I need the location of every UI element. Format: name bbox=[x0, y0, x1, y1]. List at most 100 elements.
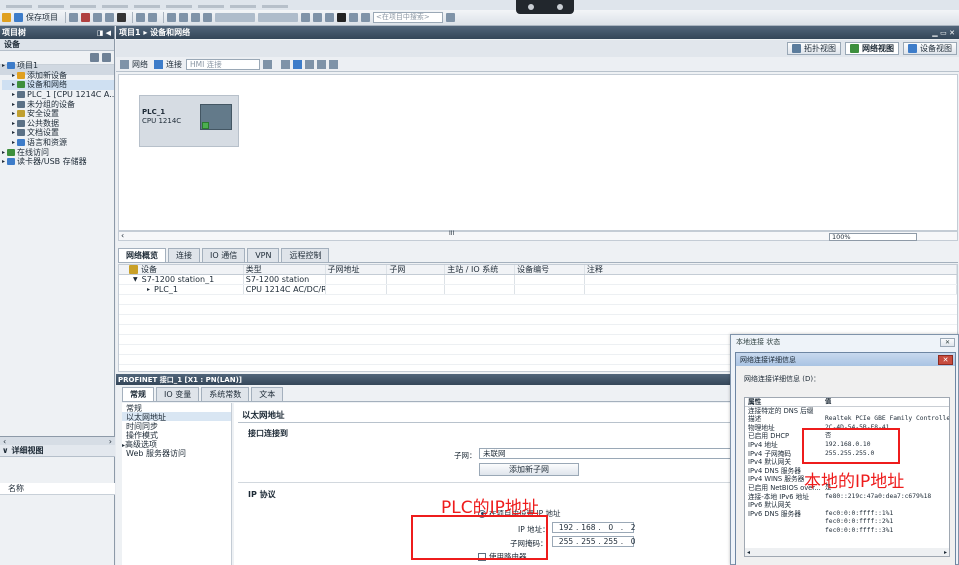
tree-expander-icon[interactable]: ▸ bbox=[2, 62, 5, 69]
table-row[interactable]: ▼ S7-1200 station_1 S7-1200 station bbox=[119, 275, 957, 285]
network-overview-icon[interactable] bbox=[293, 59, 302, 69]
search-icon[interactable] bbox=[446, 13, 455, 22]
split-editor-icon[interactable] bbox=[325, 13, 334, 22]
scroll-left-icon[interactable]: ‹ bbox=[3, 437, 6, 446]
undo-icon[interactable] bbox=[136, 13, 145, 22]
zoom-in-icon[interactable] bbox=[329, 59, 338, 69]
grid-icon[interactable] bbox=[305, 59, 314, 69]
tree-expander-icon[interactable]: ▸ bbox=[2, 158, 5, 165]
overview-tab[interactable]: 远程控制 bbox=[281, 248, 330, 262]
zoom-select[interactable]: 100% bbox=[829, 233, 917, 241]
tree-expander-icon[interactable]: ▸ bbox=[12, 81, 15, 88]
tree-item[interactable]: ▸ 添加新设备 bbox=[2, 71, 114, 81]
delete-icon[interactable] bbox=[117, 13, 126, 22]
network-mode-icon[interactable] bbox=[120, 59, 129, 69]
profinet-port[interactable] bbox=[202, 122, 209, 129]
dock-icon[interactable]: ◨ ◀ bbox=[97, 29, 114, 37]
topology-view-tab[interactable]: 拓扑视图 bbox=[787, 42, 841, 55]
scroll-left-icon[interactable]: ‹ bbox=[121, 231, 124, 240]
overview-tab[interactable]: 网络概览 bbox=[118, 248, 166, 262]
details-view-header[interactable]: ∨ 详细视图 bbox=[0, 445, 115, 457]
tree-scrollbar[interactable]: ‹ › bbox=[0, 437, 115, 446]
tree-item[interactable]: ▸ 读卡器/USB 存储器 bbox=[2, 157, 114, 167]
go-offline-button[interactable] bbox=[258, 13, 298, 22]
tree-expander-icon[interactable]: ▸ bbox=[12, 139, 15, 146]
paste-icon[interactable] bbox=[105, 13, 114, 22]
split-horizontal-icon[interactable] bbox=[349, 13, 358, 22]
properties-nav-item[interactable]: 时间同步 bbox=[122, 421, 231, 431]
window-controls[interactable]: ▁ ▭ ✕ bbox=[932, 29, 959, 37]
properties-nav-item[interactable]: 操作模式 bbox=[122, 430, 231, 440]
status-window-close-button[interactable]: ✕ bbox=[939, 337, 955, 347]
redo-icon[interactable] bbox=[148, 13, 157, 22]
properties-tab[interactable]: 系统常数 bbox=[201, 387, 250, 401]
overview-tab[interactable]: 连接 bbox=[168, 248, 200, 262]
tree-expander-icon[interactable]: ▸ bbox=[12, 120, 15, 127]
subnet-mask-field[interactable]: 255. 255. 255. 0 bbox=[552, 536, 636, 547]
plc-device-card[interactable]: PLC_1 CPU 1214C bbox=[139, 95, 239, 147]
tree-expander-icon[interactable]: ▸ bbox=[12, 101, 15, 108]
device-view-tab[interactable]: 设备视图 bbox=[903, 42, 957, 55]
network-button[interactable]: 网络 bbox=[132, 59, 148, 70]
connection-icon[interactable] bbox=[154, 59, 163, 69]
compile-icon[interactable] bbox=[167, 13, 176, 22]
ip-address-field[interactable]: 192. 168. 0. 2 bbox=[552, 522, 636, 533]
scroll-right-icon[interactable]: › bbox=[109, 437, 112, 446]
go-online-button[interactable] bbox=[215, 13, 255, 22]
cross-reference-icon[interactable] bbox=[313, 13, 322, 22]
network-canvas[interactable]: PLC_1 CPU 1214C bbox=[118, 74, 958, 231]
split-vertical-icon[interactable] bbox=[361, 13, 370, 22]
details-scrollbar[interactable]: ◂ ▸ bbox=[745, 548, 949, 556]
properties-tab[interactable]: 常规 bbox=[122, 387, 154, 401]
close-editor-icon[interactable] bbox=[337, 13, 346, 22]
add-new-subnet-button[interactable]: 添加新子网 bbox=[479, 463, 579, 476]
menu-item[interactable] bbox=[38, 5, 64, 8]
scroll-thumb[interactable]: III bbox=[449, 230, 454, 237]
menu-item[interactable] bbox=[134, 5, 160, 8]
menu-item[interactable] bbox=[70, 5, 96, 8]
menu-item[interactable] bbox=[230, 5, 256, 8]
table-row[interactable]: ▸ PLC_1 CPU 1214C AC/DC/Rly bbox=[119, 285, 957, 295]
network-view-tab[interactable]: 网络视图 bbox=[845, 42, 899, 55]
tree-item[interactable]: ▸ 设备和网络 bbox=[2, 80, 114, 90]
address-icon[interactable] bbox=[281, 59, 290, 69]
expander-icon[interactable]: ▼ bbox=[133, 276, 138, 283]
copy-icon[interactable] bbox=[93, 13, 102, 22]
project-search-input[interactable]: <在项目中搜索> bbox=[373, 12, 443, 23]
scroll-left-icon[interactable]: ◂ bbox=[747, 549, 750, 556]
overlay-control-icon[interactable] bbox=[556, 4, 563, 10]
tree-item[interactable]: ▸ 项目1 bbox=[2, 61, 114, 71]
download-icon[interactable] bbox=[179, 13, 188, 22]
cut-icon[interactable] bbox=[81, 13, 90, 22]
tree-item[interactable]: ▸ 语言和资源 bbox=[2, 138, 114, 148]
menu-item[interactable] bbox=[198, 5, 224, 8]
properties-nav-item[interactable]: 以太网地址 bbox=[122, 412, 231, 422]
tree-item[interactable]: ▸ PLC_1 [CPU 1214C A... bbox=[2, 90, 114, 100]
expander-icon[interactable]: ▸ bbox=[147, 286, 150, 293]
tree-expander-icon[interactable]: ▸ bbox=[12, 129, 15, 136]
menu-item[interactable] bbox=[6, 5, 32, 8]
properties-tab[interactable]: IO 变量 bbox=[156, 387, 200, 401]
tree-expander-icon[interactable]: ▸ bbox=[12, 91, 15, 98]
tree-expander-icon[interactable]: ▸ bbox=[12, 72, 15, 79]
tree-item[interactable]: ▸ 文档设置 bbox=[2, 128, 114, 138]
save-project-button[interactable]: 保存项目 bbox=[26, 12, 58, 23]
scroll-right-icon[interactable]: ▸ bbox=[944, 549, 947, 556]
close-icon[interactable]: ✕ bbox=[938, 354, 953, 365]
menu-item[interactable] bbox=[102, 5, 128, 8]
overview-tab[interactable]: VPN bbox=[247, 248, 280, 262]
new-project-icon[interactable] bbox=[2, 13, 11, 22]
overview-tab[interactable]: IO 通信 bbox=[202, 248, 246, 262]
tree-expander-icon[interactable]: ▸ bbox=[2, 149, 5, 156]
menu-item[interactable] bbox=[166, 5, 192, 8]
menu-item[interactable] bbox=[262, 5, 288, 8]
properties-tab[interactable]: 文本 bbox=[251, 387, 284, 401]
connections-button[interactable]: 连接 bbox=[166, 59, 182, 70]
properties-nav-item[interactable]: Web 服务器访问 bbox=[122, 448, 231, 458]
tree-item[interactable]: ▸ 安全设置 bbox=[2, 109, 114, 119]
accessible-devices-icon[interactable] bbox=[301, 13, 310, 22]
tree-item[interactable]: ▸ 未分组的设备 bbox=[2, 99, 114, 109]
save-icon[interactable] bbox=[14, 13, 23, 22]
simulation-icon[interactable] bbox=[203, 13, 212, 22]
properties-nav-item[interactable]: 常规 bbox=[122, 403, 231, 413]
